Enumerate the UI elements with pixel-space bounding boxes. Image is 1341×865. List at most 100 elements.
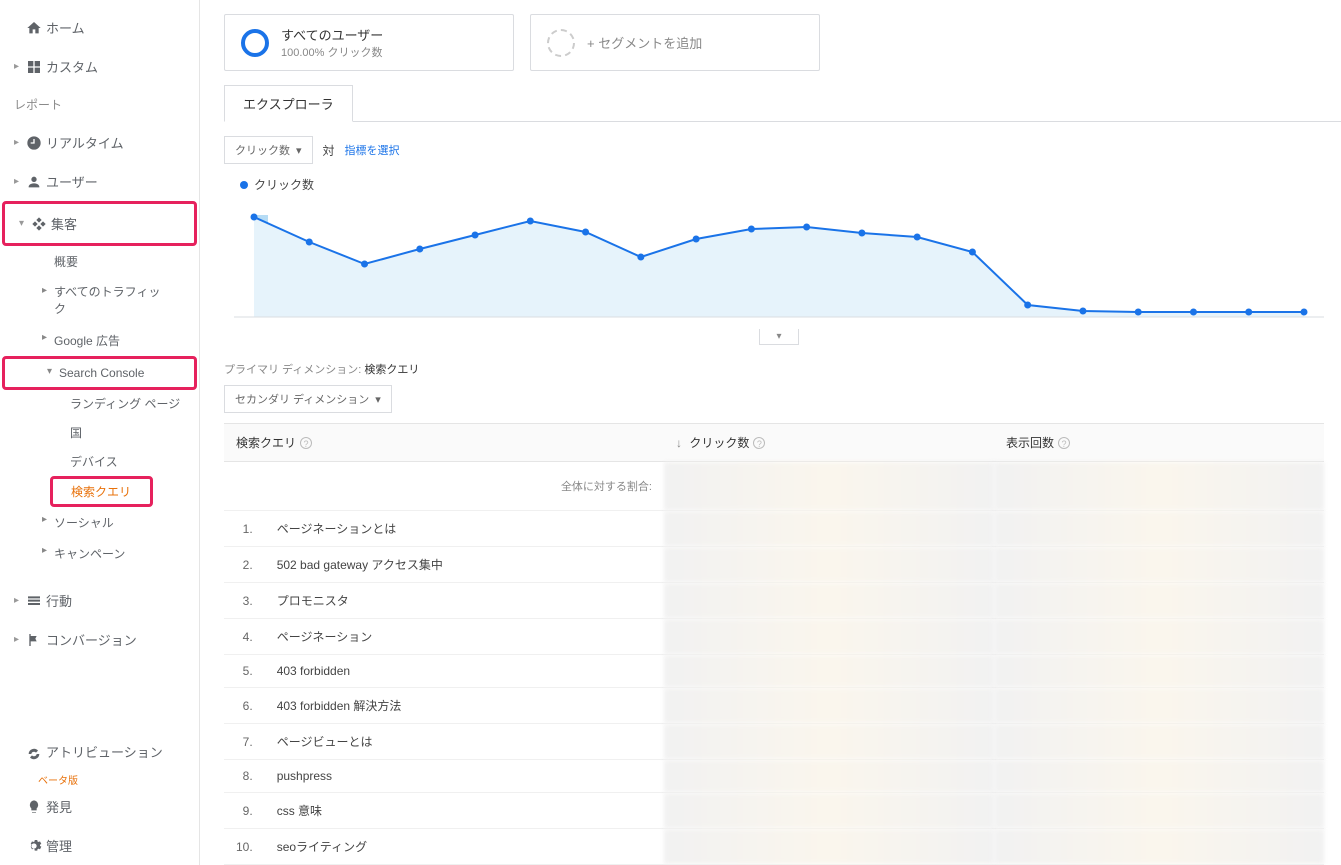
- row-impressions: [994, 655, 1324, 688]
- nav-label: リアルタイム: [46, 133, 124, 152]
- sidebar: ホーム ▸ カスタム レポート ▸ リアルタイム ▸ ユーザー ▾ 集客 概要 …: [0, 0, 200, 865]
- flag-icon: [22, 632, 46, 648]
- nav-discover[interactable]: 発見: [0, 787, 199, 826]
- nav-search-console[interactable]: ▾Search Console: [5, 359, 194, 387]
- table-row[interactable]: 10.seoライティング: [224, 829, 1324, 865]
- chevron-right-icon: ▸: [42, 545, 47, 556]
- segment-title: すべてのユーザー: [281, 25, 383, 44]
- nav-label: カスタム: [46, 57, 98, 76]
- tab-row: エクスプローラ: [224, 85, 1341, 122]
- chevron-right-icon: ▸: [14, 634, 22, 645]
- nav-user[interactable]: ▸ ユーザー: [0, 162, 199, 201]
- nav-all-traffic[interactable]: ▸すべてのトラフィック: [0, 277, 199, 325]
- chevron-right-icon: ▸: [14, 595, 22, 606]
- row-clicks: [664, 724, 994, 760]
- table-row[interactable]: 2.502 bad gateway アクセス集中: [224, 547, 1324, 583]
- row-query: seoライティング: [265, 829, 664, 865]
- nav-conversion[interactable]: ▸ コンバージョン: [0, 620, 199, 659]
- chevron-right-icon: ▸: [42, 332, 47, 343]
- nav-home[interactable]: ホーム: [0, 8, 199, 47]
- table-row[interactable]: 4.ページネーション: [224, 619, 1324, 655]
- col-impressions[interactable]: 表示回数?: [994, 424, 1324, 462]
- primary-dimension-label: プライマリ ディメンション: 検索クエリ: [224, 345, 1341, 385]
- table-row[interactable]: 1.ページネーションとは: [224, 511, 1324, 547]
- nav-google-ads[interactable]: ▸Google 広告: [0, 325, 199, 356]
- chevron-down-icon: ▾: [296, 144, 302, 157]
- chevron-right-icon: ▸: [14, 176, 22, 187]
- row-query: プロモニスタ: [265, 583, 664, 619]
- ratio-row: 全体に対する割合:: [224, 462, 1324, 511]
- row-query: 502 bad gateway アクセス集中: [265, 547, 664, 583]
- row-index: 3.: [224, 583, 265, 619]
- nav-attribution[interactable]: アトリビューション: [0, 735, 199, 772]
- chevron-down-icon: ▾: [375, 393, 381, 406]
- chevron-right-icon: ▸: [14, 61, 22, 72]
- nav-campaign[interactable]: ▸キャンペーン: [0, 538, 199, 569]
- metric-dropdown[interactable]: クリック数▾: [224, 136, 313, 164]
- nav-landing-pages[interactable]: ランディング ページ: [0, 390, 199, 419]
- nav-search-query[interactable]: 検索クエリ: [71, 485, 131, 499]
- nav-acquisition[interactable]: ▾ 集客: [5, 204, 194, 243]
- row-clicks: [664, 511, 994, 547]
- row-clicks: [664, 793, 994, 829]
- custom-icon: [22, 59, 46, 75]
- segment-circle-icon: [241, 29, 269, 57]
- row-clicks: [664, 655, 994, 688]
- table-row[interactable]: 7.ページビューとは: [224, 724, 1324, 760]
- attribution-icon: [22, 746, 46, 762]
- nav-label: 集客: [51, 214, 77, 233]
- chevron-right-icon: ▸: [42, 514, 47, 525]
- nav-label: アトリビューション: [46, 745, 163, 762]
- nav-realtime[interactable]: ▸ リアルタイム: [0, 123, 199, 162]
- select-metric-link[interactable]: 指標を選択: [345, 142, 400, 158]
- row-impressions: [994, 829, 1324, 865]
- secondary-dimension-dropdown[interactable]: セカンダリ ディメンション▾: [224, 385, 392, 413]
- home-icon: [22, 20, 46, 36]
- nav-admin[interactable]: 管理: [0, 826, 199, 865]
- acquisition-icon: [27, 216, 51, 232]
- table-row[interactable]: 8.pushpress: [224, 760, 1324, 793]
- row-index: 2.: [224, 547, 265, 583]
- nav-country[interactable]: 国: [0, 418, 199, 447]
- nav-label: ホーム: [46, 18, 85, 37]
- row-index: 5.: [224, 655, 265, 688]
- nav-behavior[interactable]: ▸ 行動: [0, 581, 199, 620]
- row-query: css 意味: [265, 793, 664, 829]
- row-impressions: [994, 688, 1324, 724]
- nav-overview[interactable]: 概要: [0, 246, 199, 277]
- row-index: 7.: [224, 724, 265, 760]
- gear-icon: [22, 838, 46, 854]
- nav-device[interactable]: デバイス: [0, 447, 199, 476]
- table-row[interactable]: 9.css 意味: [224, 793, 1324, 829]
- row-index: 6.: [224, 688, 265, 724]
- table-row[interactable]: 3.プロモニスタ: [224, 583, 1324, 619]
- table-row[interactable]: 5.403 forbidden: [224, 655, 1324, 688]
- nav-label: コンバージョン: [46, 630, 137, 649]
- chart-legend: クリック数: [224, 172, 1341, 197]
- chevron-right-icon: ▸: [14, 137, 22, 148]
- segment-add[interactable]: + セグメントを追加: [530, 14, 820, 71]
- nav-custom[interactable]: ▸ カスタム: [0, 47, 199, 86]
- clock-icon: [22, 135, 46, 151]
- row-clicks: [664, 583, 994, 619]
- col-query[interactable]: 検索クエリ?: [224, 424, 664, 462]
- row-query: 403 forbidden: [265, 655, 664, 688]
- segment-all-users[interactable]: すべてのユーザー 100.00% クリック数: [224, 14, 514, 71]
- row-impressions: [994, 583, 1324, 619]
- tab-explorer[interactable]: エクスプローラ: [224, 85, 353, 122]
- report-section-label: レポート: [0, 86, 199, 123]
- highlight-search-console: ▾Search Console: [2, 356, 197, 390]
- row-clicks: [664, 688, 994, 724]
- row-index: 8.: [224, 760, 265, 793]
- row-impressions: [994, 724, 1324, 760]
- row-query: ページビューとは: [265, 724, 664, 760]
- col-clicks[interactable]: クリック数?: [664, 424, 994, 462]
- nav-social[interactable]: ▸ソーシャル: [0, 507, 199, 538]
- table-row[interactable]: 6.403 forbidden 解決方法: [224, 688, 1324, 724]
- row-clicks: [664, 829, 994, 865]
- bulb-icon: [22, 799, 46, 815]
- legend-label: クリック数: [254, 176, 314, 193]
- segment-add-icon: [547, 29, 575, 57]
- nav-label: 発見: [46, 797, 72, 816]
- chart-expand-button[interactable]: ▾: [759, 329, 798, 345]
